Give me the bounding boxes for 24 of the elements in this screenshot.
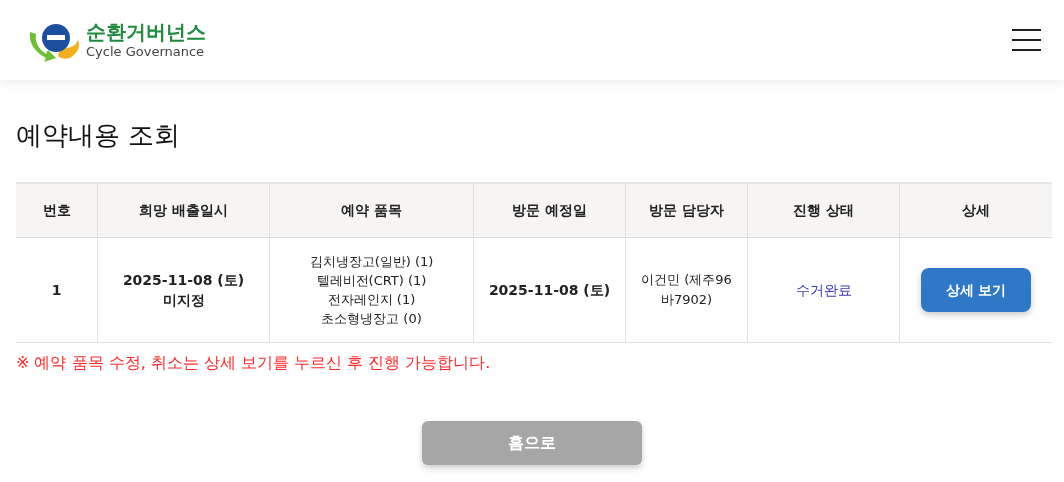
table-cell-text: 전자레인지 (1) bbox=[327, 291, 416, 309]
page-title: 예약내용 조회 bbox=[16, 122, 182, 152]
table-cell-text: 초소형냉장고 (0) bbox=[321, 310, 422, 328]
status-text: 수거완료 bbox=[795, 280, 852, 300]
column-header: 방문 담당자 bbox=[625, 184, 747, 237]
column-header: 예약 품목 bbox=[269, 184, 473, 237]
column-header: 희망 배출일시 bbox=[97, 184, 269, 237]
column-header: 번호 bbox=[41, 201, 72, 220]
table-cell-text: 텔레비전(CRT) (1) bbox=[316, 272, 427, 290]
table-cell-text: 미지정 bbox=[162, 291, 205, 310]
menu-icon[interactable] bbox=[1012, 29, 1041, 51]
column-header: 진행 상태 bbox=[747, 184, 899, 237]
logo-subtitle: Cycle Governance bbox=[86, 45, 206, 58]
home-button[interactable]: 홈으로 bbox=[422, 421, 642, 465]
table-cell-text: 2025-11-08 (토) bbox=[122, 271, 245, 290]
notice-text: ※ 예약 품목 수정, 취소는 상세 보기를 누르신 후 진행 가능합니다. bbox=[16, 352, 492, 374]
logo-title: 순환거버넌스 bbox=[86, 22, 206, 42]
table-cell-text: 이건민 (제주96 바7902) bbox=[640, 271, 733, 309]
table-cell-text: 김치냉장고(일반) (1) bbox=[309, 253, 434, 271]
table-cell-text: 1 bbox=[51, 280, 62, 300]
detail-button[interactable]: 상세 보기 bbox=[921, 268, 1031, 312]
column-header: 방문 예정일 bbox=[473, 184, 625, 237]
table-cell-text: 2025-11-08 (토) bbox=[488, 280, 611, 300]
column-header: 상세 bbox=[899, 184, 1052, 237]
